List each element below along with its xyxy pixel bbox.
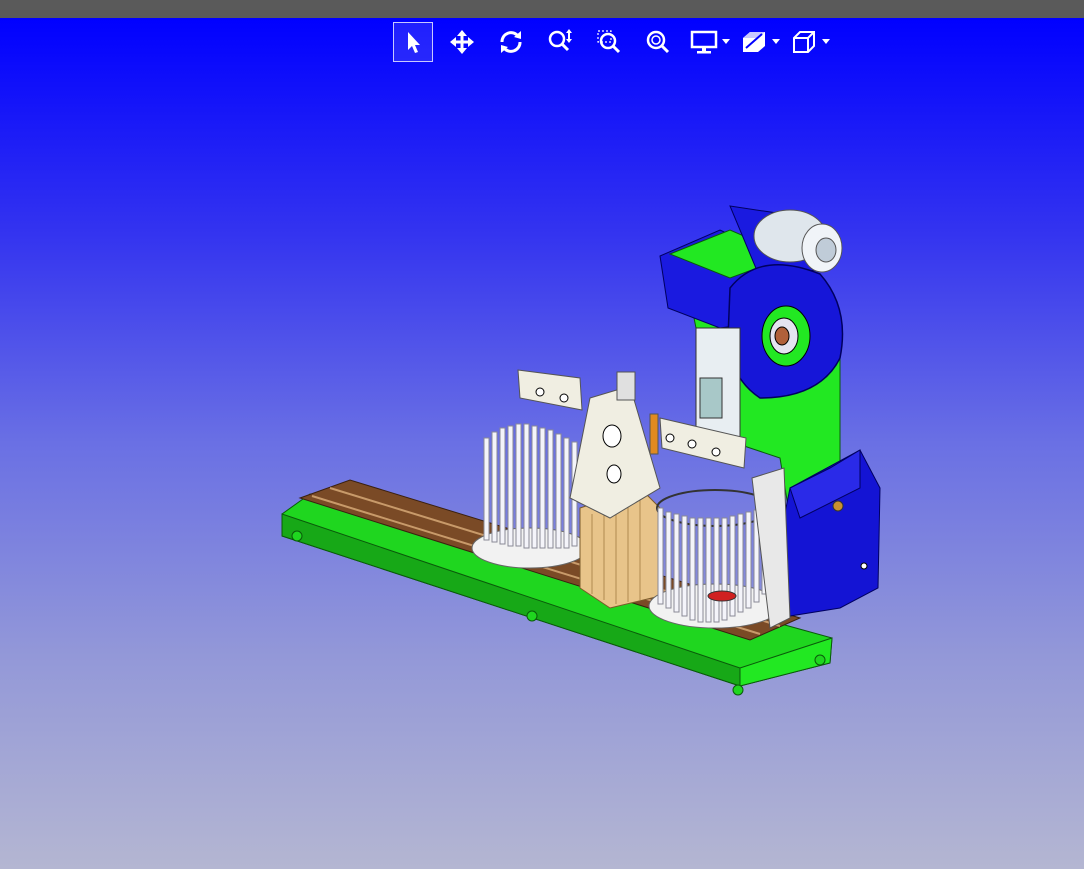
display-mode-dropdown[interactable] bbox=[687, 22, 731, 62]
cad-model-render[interactable] bbox=[0, 18, 1084, 869]
zoom-window-button[interactable] bbox=[589, 22, 629, 62]
zoom-tool-button[interactable] bbox=[540, 22, 580, 62]
chevron-down-icon bbox=[722, 39, 730, 44]
rotate-tool-button[interactable] bbox=[491, 22, 531, 62]
zoom-fit-button[interactable] bbox=[638, 22, 678, 62]
monitor-icon bbox=[690, 30, 718, 54]
center-fixture bbox=[569, 371, 661, 609]
flywheel bbox=[727, 263, 844, 399]
select-tool-button[interactable] bbox=[393, 22, 433, 62]
chevron-down-icon bbox=[772, 39, 780, 44]
rotate-icon bbox=[500, 31, 522, 53]
section-view-icon bbox=[743, 32, 765, 52]
section-view-dropdown[interactable] bbox=[737, 22, 781, 62]
pan-move-icon bbox=[450, 30, 474, 54]
3d-viewport[interactable] bbox=[0, 18, 1084, 869]
zoom-fit-icon bbox=[646, 30, 670, 54]
zoom-window-icon bbox=[597, 30, 621, 54]
right-rod-cage bbox=[648, 467, 791, 629]
zoom-icon bbox=[548, 29, 572, 52]
chevron-down-icon bbox=[822, 39, 830, 44]
view-toolbar bbox=[393, 22, 837, 62]
cube-view-icon bbox=[793, 31, 815, 53]
standard-views-dropdown[interactable] bbox=[787, 22, 831, 62]
pan-tool-button[interactable] bbox=[442, 22, 482, 62]
select-arrow-icon bbox=[408, 32, 420, 53]
